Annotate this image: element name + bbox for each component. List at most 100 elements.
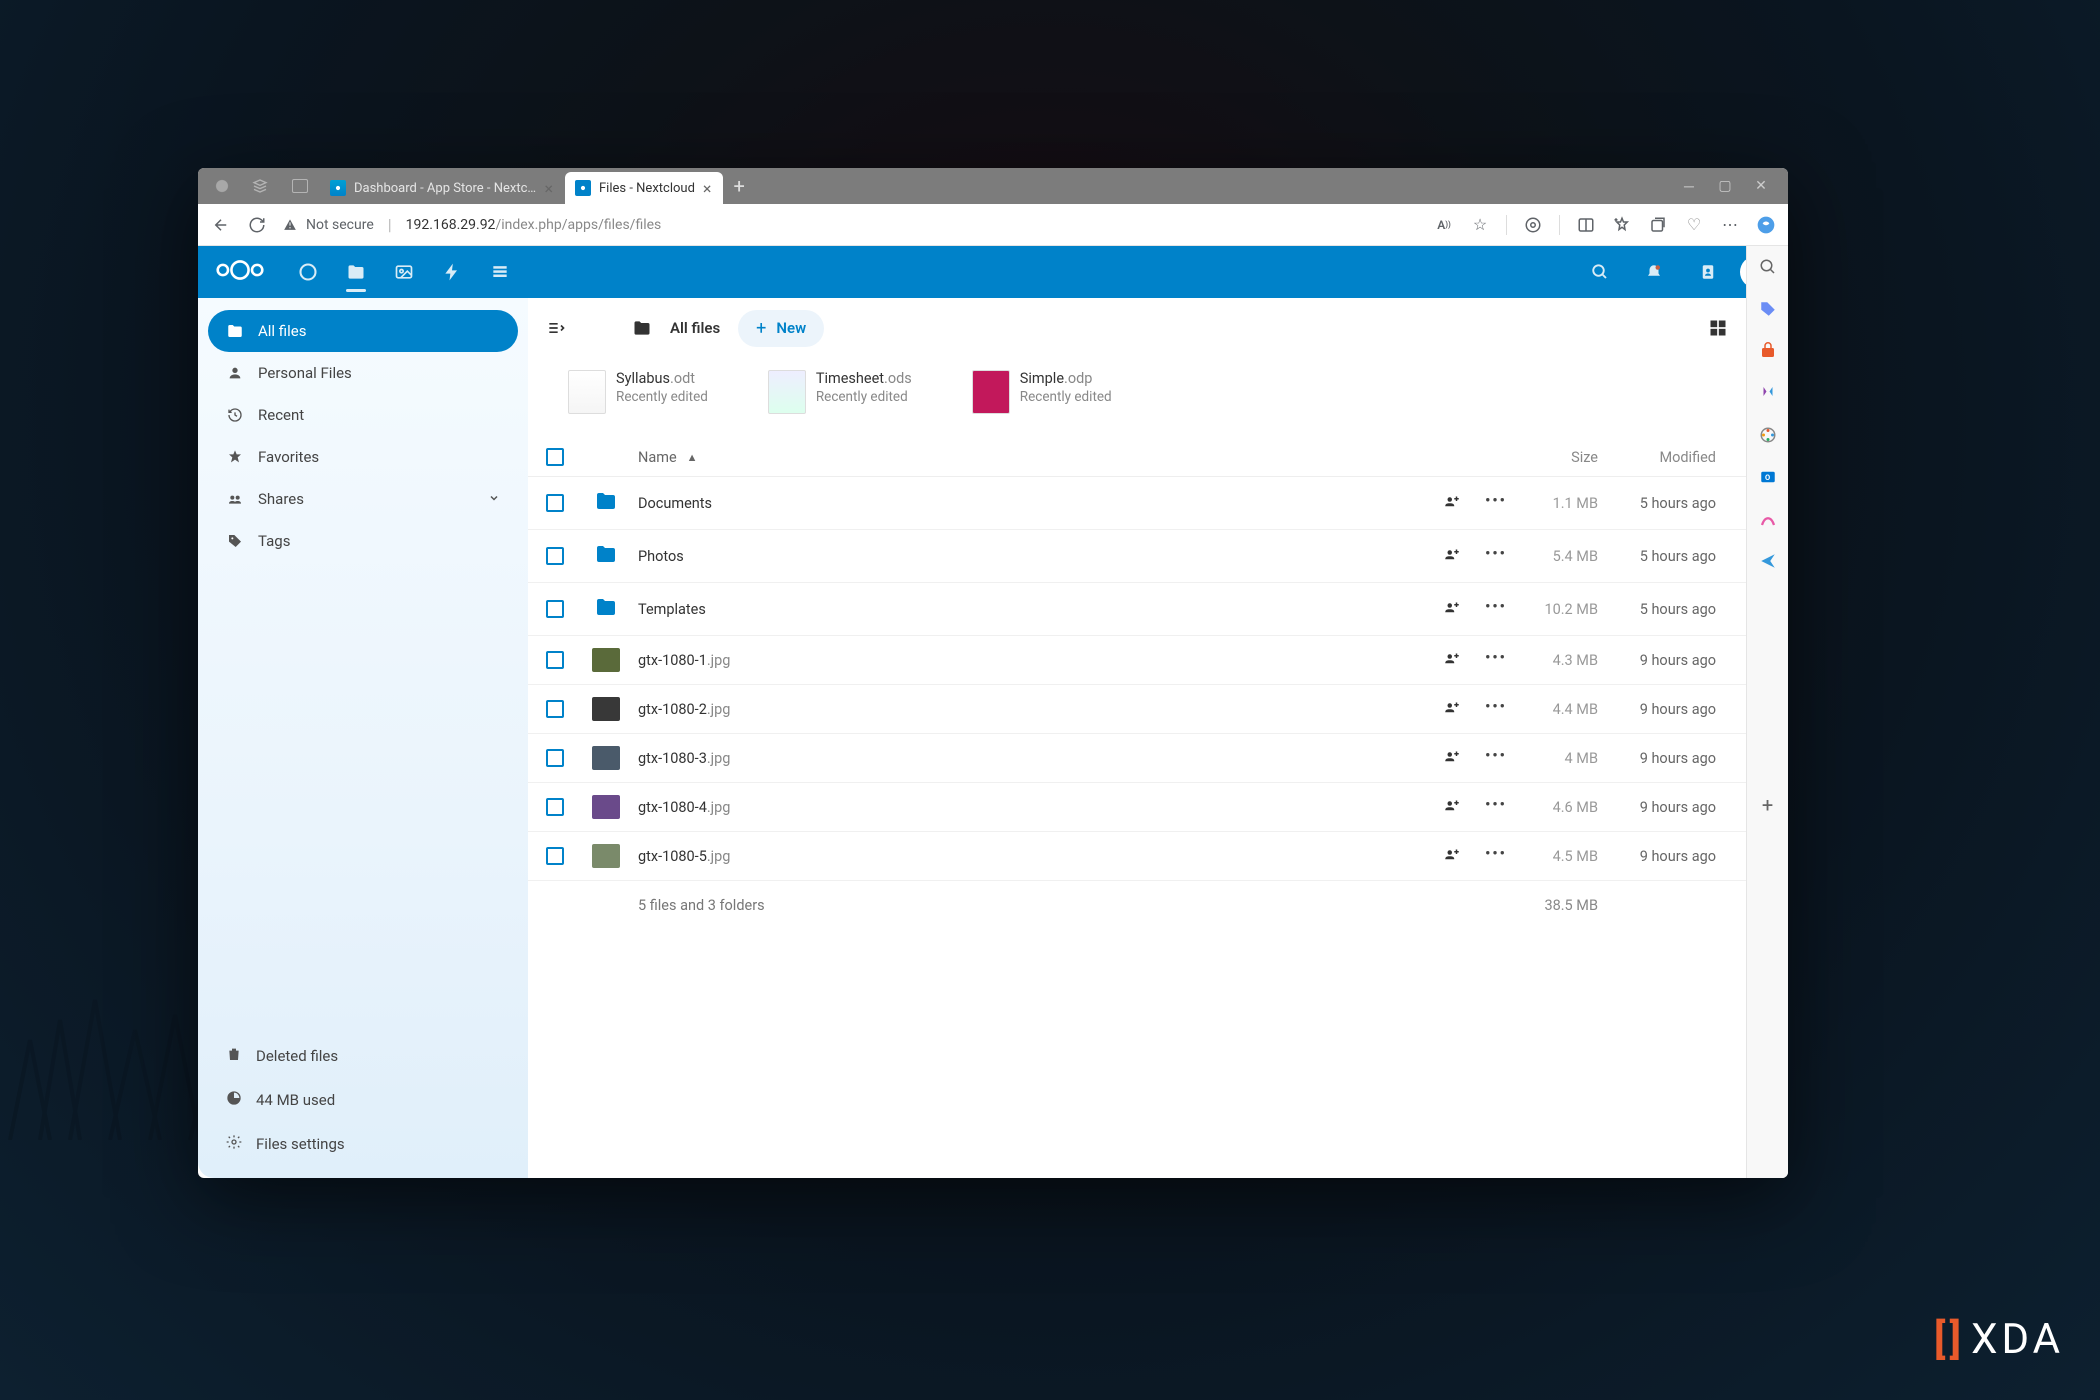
workspaces-icon[interactable] [248,174,272,198]
row-checkbox[interactable] [546,547,564,565]
copilot-icon[interactable] [1756,215,1776,235]
nextcloud-logo[interactable] [214,258,266,286]
tab-actions-icon[interactable] [288,174,312,198]
table-row[interactable]: gtx-1080-4.jpg ••• 4.6 MB 9 hours ago [528,783,1746,832]
view-grid-button[interactable] [1708,318,1728,338]
breadcrumb-root[interactable] [632,318,652,338]
minimize-button[interactable]: ─ [1682,179,1696,193]
share-button[interactable] [1440,698,1464,720]
split-screen-icon[interactable] [1576,215,1596,235]
sidebar-item-personal[interactable]: Personal Files [208,352,518,394]
maximize-button[interactable]: ▢ [1718,179,1732,193]
sidebar-shopping-icon[interactable] [1757,340,1779,362]
sidebar-tools-icon[interactable] [1757,382,1779,404]
image-thumbnail [592,795,620,819]
profile-icon[interactable] [212,176,232,196]
sidebar-item-tags[interactable]: Tags [208,520,518,562]
row-checkbox[interactable] [546,600,564,618]
row-checkbox[interactable] [546,749,564,767]
share-button[interactable] [1440,649,1464,671]
table-row[interactable]: gtx-1080-3.jpg ••• 4 MB 9 hours ago [528,734,1746,783]
contacts-button[interactable] [1686,250,1730,294]
table-row[interactable]: gtx-1080-5.jpg ••• 4.5 MB 9 hours ago [528,832,1746,881]
sidebar-office-icon[interactable] [1757,424,1779,446]
sidebar-outlook-icon[interactable]: O [1757,466,1779,488]
file-thumbnail [568,370,606,414]
table-row[interactable]: Photos ••• 5.4 MB 5 hours ago [528,530,1746,583]
sidebar-item-favorites[interactable]: Favorites [208,436,518,478]
app-deck[interactable] [478,250,522,294]
tab-files[interactable]: Files - Nextcloud × [565,172,723,204]
table-row[interactable]: Documents ••• 1.1 MB 5 hours ago [528,477,1746,530]
tab-dashboard[interactable]: Dashboard - App Store - Nextcl… × [320,172,565,204]
more-actions-button[interactable]: ••• [1484,649,1508,671]
sidebar-item-all-files[interactable]: All files [208,310,518,352]
select-all-checkbox[interactable] [546,448,564,466]
sidebar-search-icon[interactable] [1757,256,1779,278]
notifications-button[interactable] [1632,250,1676,294]
search-button[interactable] [1578,250,1622,294]
sidebar-item-recent[interactable]: Recent [208,394,518,436]
more-actions-button[interactable]: ••• [1484,698,1508,720]
new-button[interactable]: + New [738,310,824,347]
sidebar-item-shares[interactable]: Shares [208,478,518,520]
browser-window: Dashboard - App Store - Nextcl… × Files … [198,168,1788,1178]
close-icon[interactable]: × [544,179,553,198]
share-button[interactable] [1440,796,1464,818]
folder-icon [226,322,244,340]
app-activity[interactable] [430,250,474,294]
column-name[interactable]: Name ▲ [638,449,1408,466]
sidebar-send-icon[interactable] [1757,550,1779,572]
reload-button[interactable] [246,214,268,236]
file-name: gtx-1080-2.jpg [638,701,730,718]
sidebar-tag-icon[interactable] [1757,298,1779,320]
favorite-icon[interactable]: ☆ [1470,215,1490,235]
back-button[interactable] [210,214,232,236]
url-field[interactable]: 192.168.29.92/index.php/apps/files/files [406,217,662,233]
share-button[interactable] [1440,492,1464,514]
table-row[interactable]: gtx-1080-1.jpg ••• 4.3 MB 9 hours ago [528,636,1746,685]
more-actions-button[interactable]: ••• [1484,747,1508,769]
recent-file[interactable]: Syllabus.odt Recently edited [568,370,708,414]
sidebar-designer-icon[interactable] [1757,508,1779,530]
read-aloud-icon[interactable]: A)) [1434,215,1454,235]
table-row[interactable]: gtx-1080-2.jpg ••• 4.4 MB 9 hours ago [528,685,1746,734]
share-button[interactable] [1440,545,1464,567]
row-checkbox[interactable] [546,651,564,669]
close-window-button[interactable]: ✕ [1754,179,1768,193]
sidebar-files-settings[interactable]: Files settings [208,1122,518,1166]
app-dashboard[interactable] [286,250,330,294]
heart-icon[interactable]: ♡ [1684,215,1704,235]
column-size[interactable]: Size [1508,449,1598,466]
favorites-bar-icon[interactable] [1612,215,1632,235]
recent-file[interactable]: Simple.odp Recently edited [972,370,1112,414]
more-actions-button[interactable]: ••• [1484,796,1508,818]
column-modified[interactable]: Modified [1598,449,1728,466]
app-files[interactable] [334,250,378,294]
row-checkbox[interactable] [546,494,564,512]
security-indicator[interactable]: Not secure [282,217,374,233]
more-actions-button[interactable]: ••• [1484,545,1508,567]
share-button[interactable] [1440,845,1464,867]
sidebar-add-icon[interactable]: + [1757,794,1779,816]
extension-icon[interactable] [1523,215,1543,235]
row-checkbox[interactable] [546,700,564,718]
toggle-sidebar-button[interactable] [546,318,566,338]
row-checkbox[interactable] [546,798,564,816]
more-icon[interactable]: ⋯ [1720,215,1740,235]
app-photos[interactable] [382,250,426,294]
more-actions-button[interactable]: ••• [1484,598,1508,620]
recent-file[interactable]: Timesheet.ods Recently edited [768,370,912,414]
share-button[interactable] [1440,598,1464,620]
table-row[interactable]: Templates ••• 10.2 MB 5 hours ago [528,583,1746,636]
summary-text: 5 files and 3 folders [638,897,765,914]
more-actions-button[interactable]: ••• [1484,845,1508,867]
new-tab-button[interactable]: + [723,174,754,198]
close-icon[interactable]: × [703,179,712,198]
share-button[interactable] [1440,747,1464,769]
nav-label: Tags [258,532,290,550]
more-actions-button[interactable]: ••• [1484,492,1508,514]
row-checkbox[interactable] [546,847,564,865]
sidebar-deleted-files[interactable]: Deleted files [208,1034,518,1078]
collections-icon[interactable] [1648,215,1668,235]
